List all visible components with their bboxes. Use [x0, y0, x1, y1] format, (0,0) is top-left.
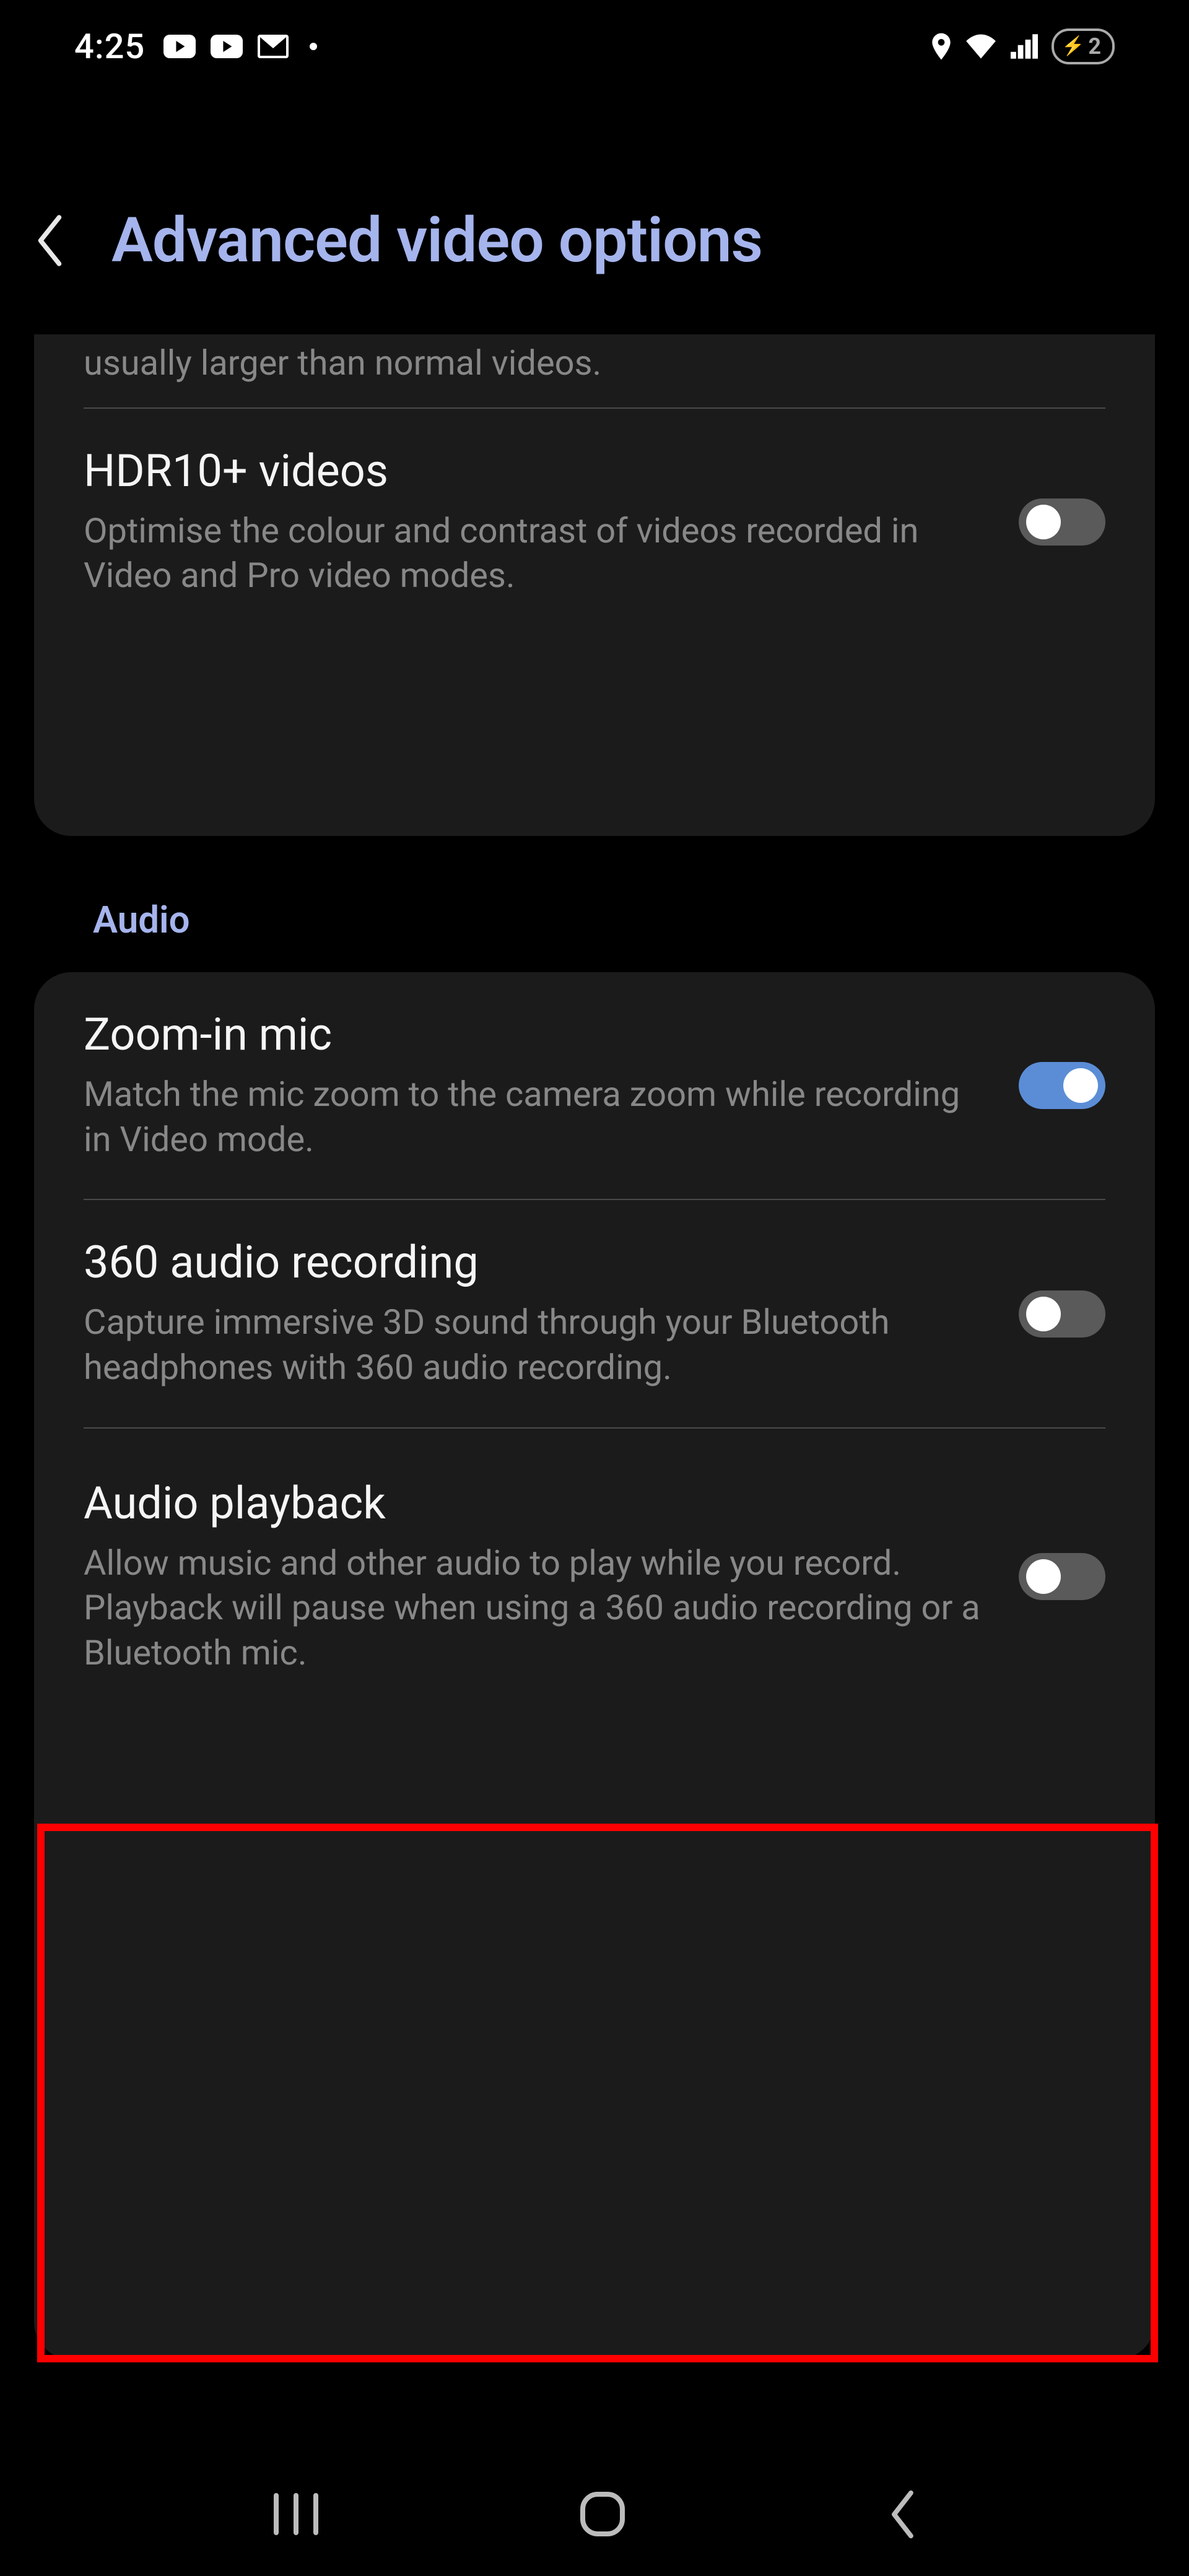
status-time: 4:25 [74, 26, 145, 67]
audio-playback-desc: Allow music and other audio to play whil… [84, 1541, 982, 1676]
audio-playback-toggle[interactable] [1019, 1553, 1105, 1600]
charging-icon: ⚡ [1061, 37, 1084, 56]
recents-button[interactable] [271, 2492, 321, 2536]
hdr10-title: HDR10+ videos [84, 446, 982, 497]
more-notifications-icon [310, 43, 317, 50]
audio-settings-panel: Zoom-in mic Match the mic zoom to the ca… [34, 972, 1155, 2359]
youtube-icon [211, 35, 243, 58]
status-bar: 4:25 ⚡ 2 [0, 0, 1189, 93]
clipped-row[interactable]: usually larger than normal videos. [34, 334, 1155, 407]
zoom-in-mic-row[interactable]: Zoom-in mic Match the mic zoom to the ca… [34, 972, 1155, 1199]
status-left: 4:25 [74, 26, 317, 67]
audio-playback-row[interactable]: Audio playback Allow music and other aud… [34, 1429, 1155, 1725]
page-header: Advanced video options [25, 204, 1164, 277]
zoom-in-mic-toggle[interactable] [1019, 1062, 1105, 1109]
signal-icon [1011, 34, 1038, 59]
hdr10-desc: Optimise the colour and contrast of vide… [84, 508, 982, 599]
back-button[interactable] [25, 216, 74, 266]
battery-level: 2 [1088, 33, 1101, 59]
home-button[interactable] [578, 2489, 627, 2539]
battery-indicator: ⚡ 2 [1052, 28, 1115, 64]
hdr10-toggle[interactable] [1019, 498, 1105, 546]
youtube-icon [163, 35, 196, 58]
audio-section-label: Audio [93, 898, 190, 942]
zoom-in-mic-title: Zoom-in mic [84, 1009, 982, 1061]
video-settings-panel: usually larger than normal videos. HDR10… [34, 334, 1155, 836]
back-nav-button[interactable] [884, 2488, 918, 2541]
gmail-icon [258, 35, 289, 58]
hdr10-row[interactable]: HDR10+ videos Optimise the colour and co… [34, 409, 1155, 635]
status-right: ⚡ 2 [931, 28, 1115, 64]
audio-playback-title: Audio playback [84, 1478, 982, 1530]
clipped-desc: usually larger than normal videos. [84, 341, 1105, 386]
360-audio-desc: Capture immersive 3D sound through your … [84, 1300, 982, 1390]
360-audio-row[interactable]: 360 audio recording Capture immersive 3D… [34, 1200, 1155, 1427]
zoom-in-mic-desc: Match the mic zoom to the camera zoom wh… [84, 1072, 982, 1162]
360-audio-toggle[interactable] [1019, 1290, 1105, 1338]
location-icon [931, 33, 951, 60]
wifi-icon [965, 34, 997, 59]
360-audio-title: 360 audio recording [84, 1237, 982, 1289]
page-title: Advanced video options [111, 204, 762, 277]
navigation-bar [0, 2452, 1189, 2576]
